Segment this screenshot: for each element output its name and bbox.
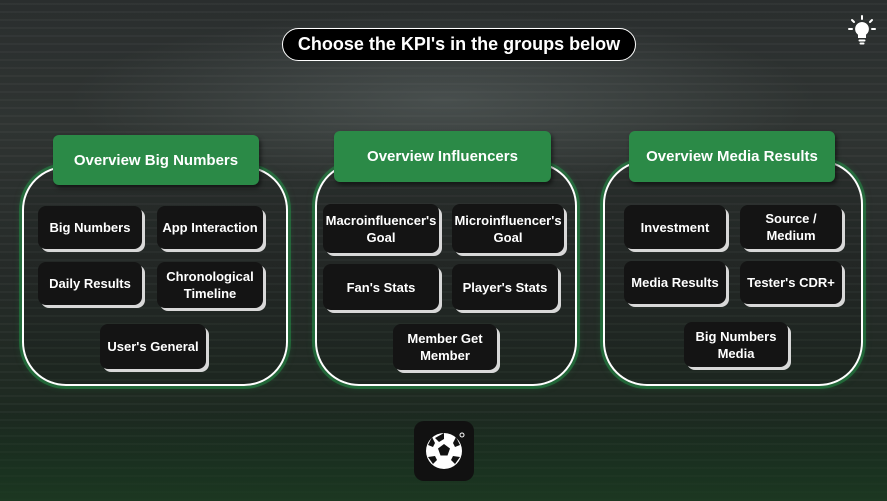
lightbulb-icon[interactable] xyxy=(846,14,878,46)
kpi-big-numbers[interactable]: Big Numbers xyxy=(38,206,142,249)
group-header-influencers: Overview Influencers xyxy=(334,131,551,182)
kpi-media-results[interactable]: Media Results xyxy=(624,261,726,304)
kpi-users-general[interactable]: User's General xyxy=(100,324,206,369)
kpi-app-interaction[interactable]: App Interaction xyxy=(157,206,263,249)
kpi-big-numbers-media[interactable]: Big Numbers Media xyxy=(684,322,788,367)
page-title: Choose the KPI's in the groups below xyxy=(282,28,636,61)
soccer-ball-icon[interactable] xyxy=(414,421,474,481)
kpi-chronological-timeline[interactable]: Chronological Timeline xyxy=(157,262,263,308)
kpi-investment[interactable]: Investment xyxy=(624,205,726,249)
group-header-big-numbers: Overview Big Numbers xyxy=(53,135,259,185)
kpi-member-get-member[interactable]: Member Get Member xyxy=(393,324,497,370)
kpi-fans-stats[interactable]: Fan's Stats xyxy=(323,264,439,310)
kpi-testers-cdr[interactable]: Tester's CDR+ xyxy=(740,261,842,304)
kpi-source-medium[interactable]: Source / Medium xyxy=(740,205,842,249)
kpi-daily-results[interactable]: Daily Results xyxy=(38,262,142,305)
kpi-players-stats[interactable]: Player's Stats xyxy=(452,264,558,310)
kpi-macroinfluencers-goal[interactable]: Macroinfluencer's Goal xyxy=(323,204,439,253)
kpi-microinfluencers-goal[interactable]: Microinfluencer's Goal xyxy=(452,204,564,253)
group-header-media-results: Overview Media Results xyxy=(629,131,835,182)
